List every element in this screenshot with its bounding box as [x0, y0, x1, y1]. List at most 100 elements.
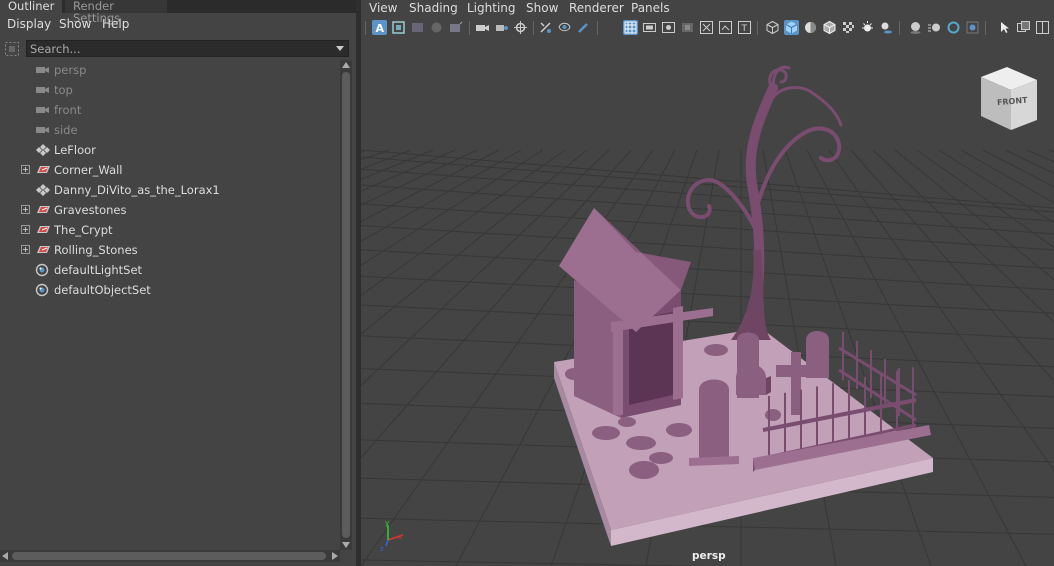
menu-view[interactable]: View [369, 1, 397, 15]
outliner-item[interactable]: persp [0, 60, 340, 80]
grid-toggle-icon[interactable] [623, 20, 638, 35]
outliner-item-label: front [54, 103, 82, 117]
gate-mask-icon[interactable] [557, 20, 572, 35]
toolbar-separator [757, 21, 758, 35]
search-input[interactable] [27, 41, 327, 56]
group-icon [35, 163, 51, 177]
menu-renderer[interactable]: Renderer [569, 1, 624, 15]
outliner-menubar: Display Show Help [0, 14, 356, 36]
motion-blur-icon[interactable] [927, 20, 942, 35]
scroll-left-icon[interactable] [2, 552, 8, 560]
menu-panels[interactable]: Panels [631, 1, 670, 15]
outliner-item-label: LeFloor [54, 143, 96, 157]
outliner-item[interactable]: Danny_DiVito_as_the_Lorax1 [0, 180, 340, 200]
outliner-item[interactable]: Rolling_Stones [0, 240, 340, 260]
viewport-menubar: View Shading Lighting Show Renderer Pane… [361, 0, 1054, 16]
depth-of-field-icon[interactable] [965, 20, 980, 35]
outliner-item[interactable]: Corner_Wall [0, 160, 340, 180]
default-material-icon[interactable] [803, 20, 818, 35]
camera-icon [35, 103, 51, 117]
vertical-scrollbar[interactable] [340, 60, 352, 550]
select-camera-icon[interactable]: A [372, 20, 387, 35]
search-dropdown-icon[interactable] [336, 46, 344, 51]
svg-text:A: A [376, 22, 385, 35]
motion-trail-icon[interactable] [513, 20, 528, 35]
textured-icon[interactable] [841, 20, 856, 35]
grease-pencil-icon[interactable] [494, 20, 509, 35]
horizontal-scrollbar[interactable] [0, 550, 340, 562]
expand-icon[interactable] [21, 205, 30, 214]
screen-space-ao-icon[interactable] [908, 20, 923, 35]
outliner-item-label: The_Crypt [54, 223, 113, 237]
isolate-select-icon[interactable] [997, 20, 1012, 35]
bookmark-icon[interactable] [410, 20, 425, 35]
anti-aliasing-icon[interactable] [946, 20, 961, 35]
set-icon [35, 263, 51, 277]
scroll-right-icon[interactable] [332, 552, 338, 560]
2d-pan-icon[interactable] [448, 20, 463, 35]
film-gate-icon[interactable] [642, 20, 657, 35]
viewport-3d-scene[interactable]: FRONT x y z persp [361, 40, 1054, 566]
outliner-item-label: Danny_DiVito_as_the_Lorax1 [54, 183, 220, 197]
group-icon [35, 223, 51, 237]
toolbar-separator [899, 21, 900, 35]
scroll-up-icon[interactable] [342, 62, 350, 68]
menu-lighting[interactable]: Lighting [467, 1, 516, 15]
scroll-thumb[interactable] [342, 72, 350, 538]
menu-shading[interactable]: Shading [409, 1, 458, 15]
outliner-item[interactable]: side [0, 120, 340, 140]
tab-outliner[interactable]: Outliner [0, 0, 62, 13]
filter-icon[interactable] [4, 41, 20, 57]
outliner-tree: persp top front side LeFloor Corner_Wall Danny… [0, 60, 340, 550]
scroll-thumb-horizontal[interactable] [12, 552, 326, 560]
search-field[interactable] [26, 40, 349, 57]
lighting-icon[interactable] [860, 20, 875, 35]
toolbar-separator [469, 21, 470, 35]
resolution-gate-icon[interactable] [661, 20, 676, 35]
expand-icon[interactable] [21, 165, 30, 174]
search-row [0, 38, 356, 60]
camera-attributes-icon[interactable] [391, 20, 406, 35]
snap-to-grid-icon[interactable] [538, 20, 553, 35]
outliner-item[interactable]: top [0, 80, 340, 100]
outliner-item-label: Gravestones [54, 203, 127, 217]
toolbar-separator [597, 21, 598, 35]
outliner-item[interactable]: LeFloor [0, 140, 340, 160]
panel-layout-icon[interactable] [1035, 20, 1050, 35]
shadows-icon[interactable] [879, 20, 894, 35]
outliner-item[interactable]: The_Crypt [0, 220, 340, 240]
pencil-icon[interactable] [576, 20, 591, 35]
outliner-item-label: Rolling_Stones [54, 243, 138, 257]
camera-icon [35, 123, 51, 137]
xray-icon[interactable] [1016, 20, 1031, 35]
expand-icon[interactable] [21, 245, 30, 254]
camera-icon[interactable] [475, 20, 490, 35]
wireframe-on-shaded-icon[interactable] [822, 20, 837, 35]
outliner-item-label: side [54, 123, 78, 137]
axis-z-label: z [380, 545, 384, 553]
smooth-shade-icon[interactable] [784, 20, 799, 35]
outliner-item[interactable]: defaultLightSet [0, 260, 340, 280]
outliner-item-label: top [54, 83, 73, 97]
toolbar-separator [365, 21, 366, 35]
menu-show-viewport[interactable]: Show [526, 1, 558, 15]
gate-mask-toggle-icon[interactable] [680, 20, 695, 35]
menu-help[interactable]: Help [102, 17, 129, 31]
outliner-item[interactable]: front [0, 100, 340, 120]
outliner-item[interactable]: Gravestones [0, 200, 340, 220]
menu-display[interactable]: Display [7, 17, 51, 31]
field-chart-icon[interactable] [699, 20, 714, 35]
expand-icon[interactable] [21, 225, 30, 234]
outliner-item[interactable]: defaultObjectSet [0, 280, 340, 300]
wireframe-icon[interactable] [765, 20, 780, 35]
set-icon [35, 283, 51, 297]
mesh-transform-icon [35, 143, 51, 157]
safe-title-icon[interactable]: T [737, 20, 752, 35]
tab-render-settings[interactable]: Render Settings [65, 0, 167, 24]
image-plane-icon[interactable] [429, 20, 444, 35]
group-icon [35, 243, 51, 257]
menu-show[interactable]: Show [59, 17, 91, 31]
scroll-down-icon[interactable] [342, 542, 350, 548]
safe-action-icon[interactable] [718, 20, 733, 35]
toolbar-separator [533, 21, 534, 35]
